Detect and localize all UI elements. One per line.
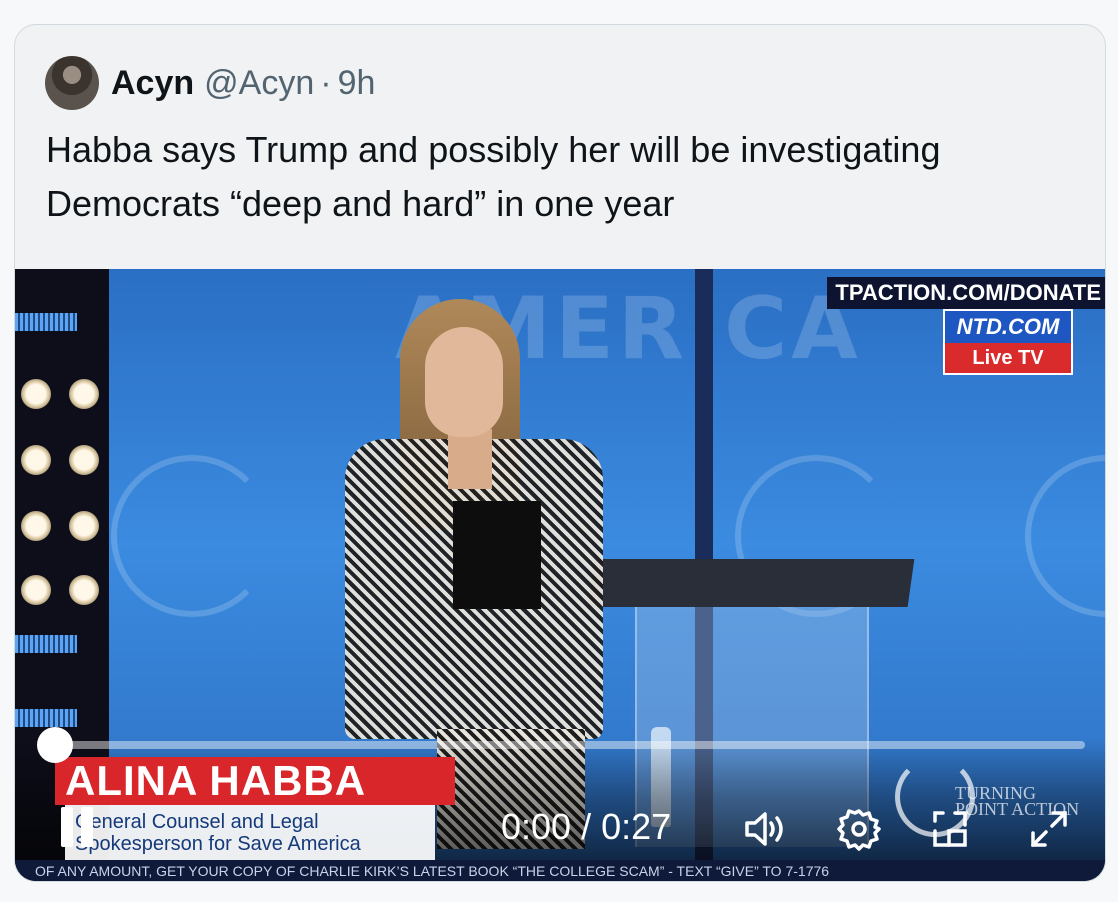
ntd-brand: NTD.COM (945, 311, 1071, 343)
current-time: 0:00 (501, 806, 572, 847)
stage-light (21, 445, 51, 475)
ntd-live-label: Live TV (945, 343, 1071, 373)
stage-light (69, 445, 99, 475)
volume-button[interactable] (739, 803, 791, 855)
tweet-header: Acyn @Acyn · 9h (45, 55, 375, 111)
donate-url-overlay: TPACTION.COM/DONATE (827, 277, 1105, 309)
stage-light (69, 379, 99, 409)
author-name[interactable]: Acyn (111, 64, 194, 103)
progress-thumb[interactable] (37, 727, 73, 763)
time-display: 0:00 / 0:27 (501, 805, 671, 849)
separator-dot: · (320, 63, 332, 102)
stage-light (69, 575, 99, 605)
background-logo (1025, 455, 1105, 617)
quoted-tweet-card[interactable]: Acyn @Acyn · 9h Habba says Trump and pos… (14, 24, 1106, 882)
lower-third-name: ALINA HABBA (55, 757, 455, 805)
background-logo (111, 455, 273, 617)
video-player[interactable]: AMERICA TPACTION.COM/DONATE NTD.COM Live… (15, 269, 1105, 881)
avatar[interactable] (45, 56, 99, 110)
stage-light (21, 575, 51, 605)
ntd-logo: NTD.COM Live TV (943, 309, 1073, 375)
lower-third-role-line1: General Counsel and Legal (75, 811, 319, 833)
author-handle[interactable]: @Acyn (204, 64, 314, 103)
news-ticker: OF ANY AMOUNT, GET YOUR COPY OF CHARLIE … (15, 860, 1105, 881)
lower-third-role: General Counsel and Legal Spokesperson f… (65, 805, 435, 861)
settings-button[interactable] (833, 803, 885, 855)
speaker-neck (448, 429, 492, 489)
lower-third-role-line2: Spokesperson for Save America (75, 833, 361, 855)
picture-in-picture-button[interactable] (925, 803, 977, 855)
progress-bar[interactable] (55, 741, 1085, 749)
time-separator: / (571, 806, 602, 847)
pause-button[interactable] (55, 803, 99, 851)
light-strip (15, 635, 77, 653)
stage-light (69, 511, 99, 541)
stage-light (21, 379, 51, 409)
picture-in-picture-icon (933, 811, 967, 847)
gear-icon (837, 809, 881, 851)
stage-light (21, 511, 51, 541)
light-strip (15, 709, 77, 727)
podium-top (587, 559, 915, 607)
duration: 0:27 (601, 806, 672, 847)
volume-icon (745, 812, 783, 846)
speaker-top (453, 501, 541, 609)
tweet-timestamp[interactable]: 9h (338, 64, 376, 103)
tweet-text: Habba says Trump and possibly her will b… (46, 129, 941, 224)
light-strip (15, 313, 77, 331)
speaker-face (425, 327, 503, 437)
fullscreen-icon (1031, 811, 1067, 847)
fullscreen-button[interactable] (1023, 803, 1075, 855)
